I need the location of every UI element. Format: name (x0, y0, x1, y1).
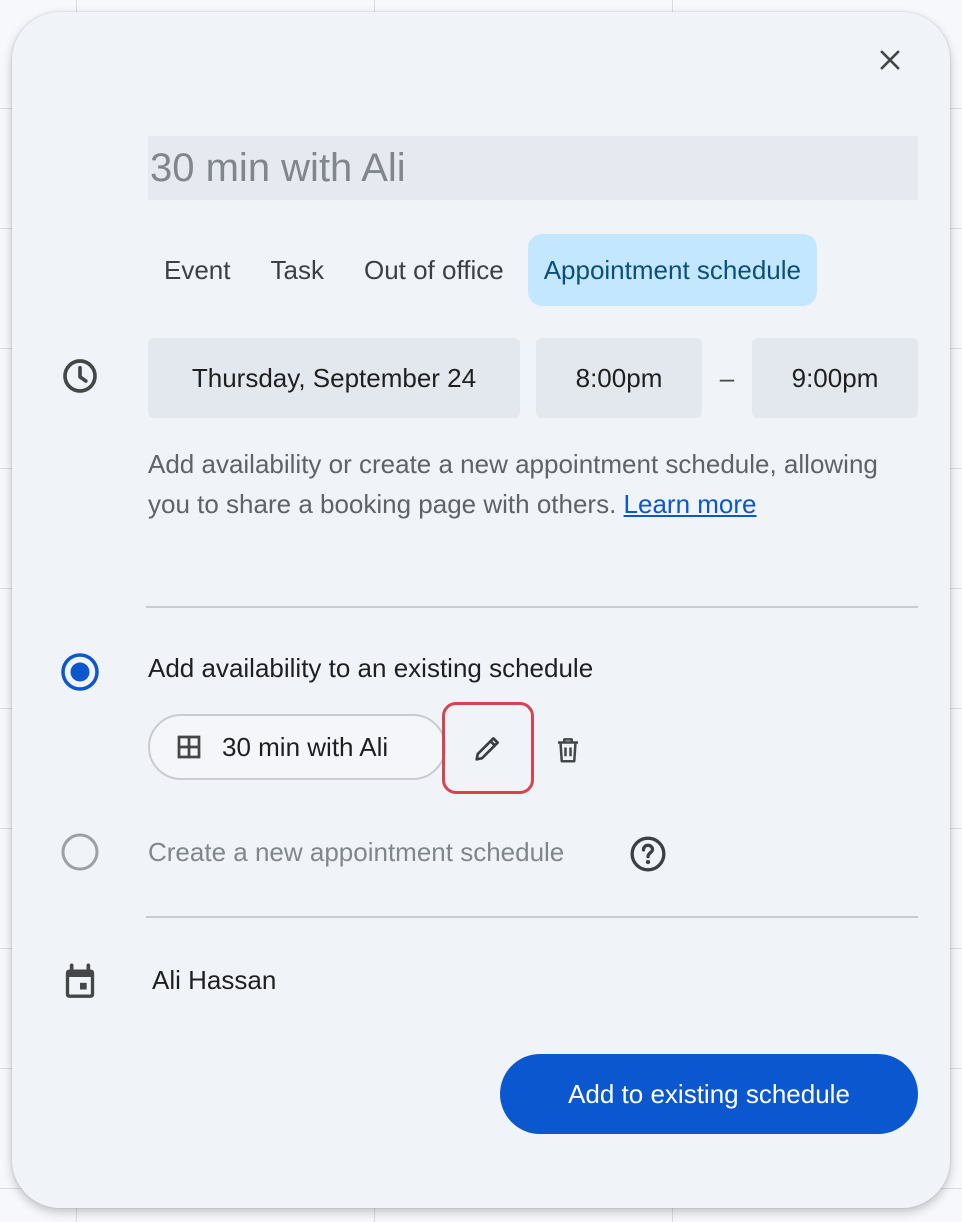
event-type-tabs: Event Task Out of office Appointment sch… (148, 234, 817, 306)
date-picker[interactable]: Thursday, September 24 (148, 338, 520, 418)
end-time-picker[interactable]: 9:00pm (752, 338, 918, 418)
radio-existing-schedule[interactable] (60, 652, 100, 692)
tab-out-of-office[interactable]: Out of office (348, 234, 520, 306)
tab-event[interactable]: Event (148, 234, 247, 306)
tab-task-label: Task (270, 254, 324, 285)
start-time-picker[interactable]: 8:00pm (536, 338, 702, 418)
title-input-value: 30 min with Ali (150, 145, 406, 190)
divider-bottom (146, 916, 918, 918)
description-text: Add availability or create a new appoint… (148, 449, 878, 519)
add-to-existing-schedule-button[interactable]: Add to existing schedule (500, 1054, 918, 1134)
delete-schedule-button[interactable] (544, 726, 592, 774)
help-icon[interactable] (628, 834, 668, 874)
tab-appointment-schedule[interactable]: Appointment schedule (527, 234, 817, 306)
close-button[interactable] (866, 36, 914, 84)
existing-schedule-label[interactable]: Add availability to an existing schedule (148, 648, 593, 688)
tab-event-label: Event (164, 254, 231, 285)
appointment-dialog: 30 min with Ali Event Task Out of office… (12, 12, 950, 1208)
close-icon (880, 50, 900, 70)
edit-schedule-button[interactable] (442, 702, 534, 794)
tab-task[interactable]: Task (255, 234, 340, 306)
trash-icon (558, 738, 578, 763)
calendar-owner: Ali Hassan (152, 965, 277, 995)
tab-appointment-schedule-label: Appointment schedule (543, 254, 801, 285)
radio-new-schedule[interactable] (60, 832, 100, 872)
clock-icon (63, 359, 97, 393)
tab-out-of-office-label: Out of office (363, 254, 504, 285)
schedule-chip-label: 30 min with Ali (222, 731, 389, 762)
add-to-existing-schedule-label: Add to existing schedule (568, 1078, 850, 1109)
end-time-value: 9:00pm (791, 362, 879, 393)
start-time-value: 8:00pm (575, 362, 663, 393)
title-input[interactable]: 30 min with Ali (148, 136, 918, 200)
schedule-description: Add availability or create a new appoint… (148, 444, 908, 524)
time-separator-text: – (719, 362, 735, 393)
grid-icon (177, 735, 201, 759)
time-separator: – (702, 338, 752, 418)
divider-top (146, 606, 918, 608)
calendar-icon (65, 963, 95, 998)
pencil-icon (475, 737, 499, 761)
date-value: Thursday, September 24 (191, 362, 477, 393)
learn-more-link[interactable]: Learn more (624, 489, 757, 519)
schedule-chip[interactable]: 30 min with Ali (148, 714, 446, 780)
new-schedule-label[interactable]: Create a new appointment schedule (148, 832, 564, 872)
